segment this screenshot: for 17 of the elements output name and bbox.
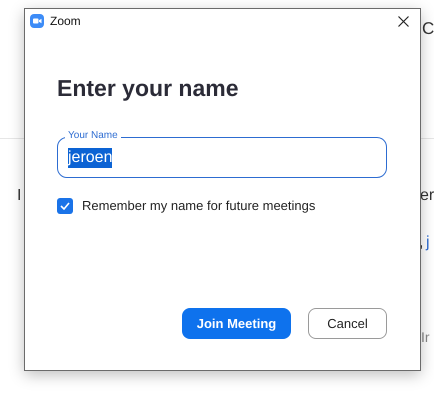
name-value: jeroen	[68, 148, 112, 168]
background-text: I	[17, 188, 22, 204]
close-icon	[398, 16, 408, 26]
remember-label: Remember my name for future meetings	[82, 197, 316, 215]
background-text: Ir	[421, 330, 430, 344]
dialog-heading: Enter your name	[57, 77, 240, 100]
background-text: C	[422, 20, 434, 37]
background-text[interactable]: j	[426, 235, 430, 251]
field-label: Your Name	[65, 131, 121, 141]
remember-checkbox[interactable]	[57, 198, 73, 214]
join-meeting-button[interactable]: Join Meeting	[182, 308, 291, 339]
cancel-button[interactable]: Cancel	[308, 308, 387, 339]
window-title: Zoom	[50, 13, 81, 30]
close-button[interactable]	[396, 14, 410, 28]
checkmark-icon	[60, 202, 70, 210]
app-logo-icon	[30, 14, 44, 28]
background-text: er	[420, 188, 434, 204]
